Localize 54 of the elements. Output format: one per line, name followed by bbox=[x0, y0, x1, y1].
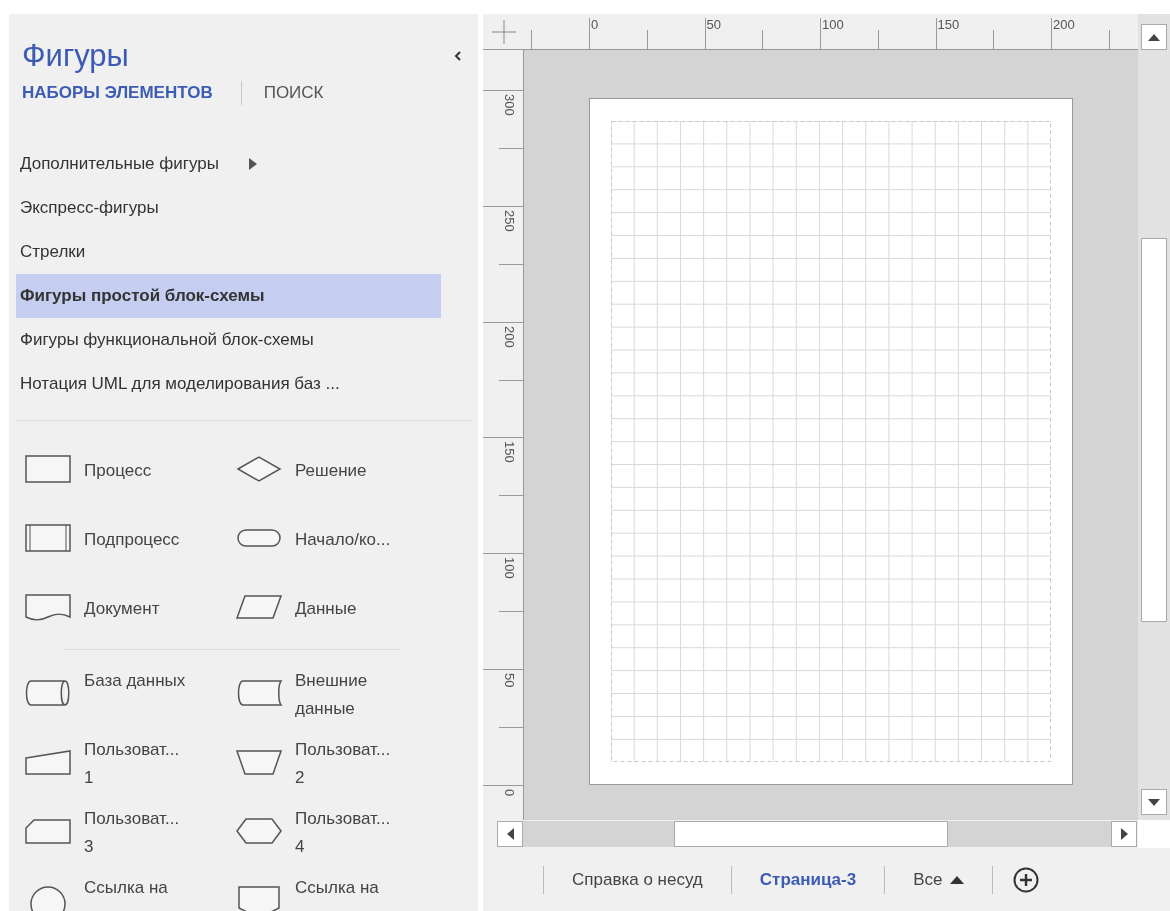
scroll-thumb[interactable] bbox=[1141, 238, 1167, 622]
shape-label: Пользоват... 2 bbox=[295, 738, 391, 789]
scroll-down-button[interactable] bbox=[1141, 789, 1167, 815]
ruler-label: 150 bbox=[937, 17, 960, 32]
pentagon-shape-icon[interactable] bbox=[235, 883, 283, 911]
submenu-arrow-icon bbox=[248, 158, 257, 170]
up-arrow-icon bbox=[1148, 33, 1160, 41]
ruler-label: 0 bbox=[591, 17, 599, 32]
shape-label: Данные bbox=[295, 597, 357, 620]
stencil-item[interactable]: Дополнительные фигуры bbox=[16, 142, 441, 186]
ruler-label: 0 bbox=[502, 788, 517, 797]
stencil-item[interactable]: Фигуры простой блок-схемы bbox=[16, 274, 441, 318]
shape-label: Пользоват... 4 bbox=[295, 807, 391, 858]
ruler-label: 200 bbox=[1053, 17, 1075, 32]
collapse-icon[interactable] bbox=[454, 51, 462, 61]
add-page-button[interactable] bbox=[1013, 866, 1040, 893]
stencil-item[interactable]: Стрелки bbox=[16, 230, 441, 274]
stencil-item[interactable]: Фигуры функциональной блок-схемы bbox=[16, 318, 441, 362]
ruler-label: 150 bbox=[502, 441, 517, 464]
ruler-label: 50 bbox=[706, 17, 721, 32]
scroll-left-button[interactable] bbox=[497, 821, 523, 847]
page-tab[interactable]: Все bbox=[885, 869, 993, 890]
left-arrow-icon bbox=[506, 828, 514, 840]
panel-tab[interactable]: ПОИСК bbox=[263, 83, 324, 103]
shape-label: Документ bbox=[84, 597, 160, 620]
shape-label: База данных bbox=[84, 669, 186, 692]
scroll-right-button[interactable] bbox=[1111, 821, 1137, 847]
ruler-label: 250 bbox=[502, 209, 517, 232]
shape-label: Процесс bbox=[84, 459, 152, 482]
shape-label: Ссылка на bbox=[84, 876, 168, 899]
shape-label: Начало/ко... bbox=[295, 528, 391, 551]
page-tab[interactable]: Страница-3 bbox=[731, 869, 885, 890]
ruler-label: 200 bbox=[502, 325, 517, 348]
shape-label: Пользоват... 1 bbox=[84, 738, 180, 789]
ruler-label: 50 bbox=[502, 673, 517, 688]
plus-circle-icon bbox=[1013, 866, 1040, 893]
shape-label: Решение bbox=[295, 459, 367, 482]
shape-label: Ссылка на bbox=[295, 876, 379, 899]
panel-title: Фигуры bbox=[22, 37, 129, 75]
scroll-up-button[interactable] bbox=[1141, 24, 1167, 50]
shape-label: Подпроцесс bbox=[84, 528, 180, 551]
ruler-label: 100 bbox=[822, 17, 844, 32]
panel-tab[interactable]: НАБОРЫ ЭЛЕМЕНТОВ bbox=[22, 83, 213, 103]
stencil-item[interactable]: Экспресс-фигуры bbox=[16, 186, 441, 230]
shape-label: Внешние данные bbox=[295, 669, 368, 720]
stencil-item[interactable]: Нотация UML для моделирования баз ... bbox=[16, 362, 441, 406]
scroll-thumb[interactable] bbox=[674, 821, 948, 847]
right-arrow-icon bbox=[1120, 828, 1128, 840]
ruler-label: 100 bbox=[502, 557, 517, 579]
page-tab[interactable]: Справка о несуд bbox=[544, 869, 731, 890]
shape-label: Пользоват... 3 bbox=[84, 807, 180, 858]
caret-icon bbox=[950, 875, 965, 884]
down-arrow-icon bbox=[1148, 798, 1160, 806]
ruler-label: 300 bbox=[502, 94, 517, 116]
